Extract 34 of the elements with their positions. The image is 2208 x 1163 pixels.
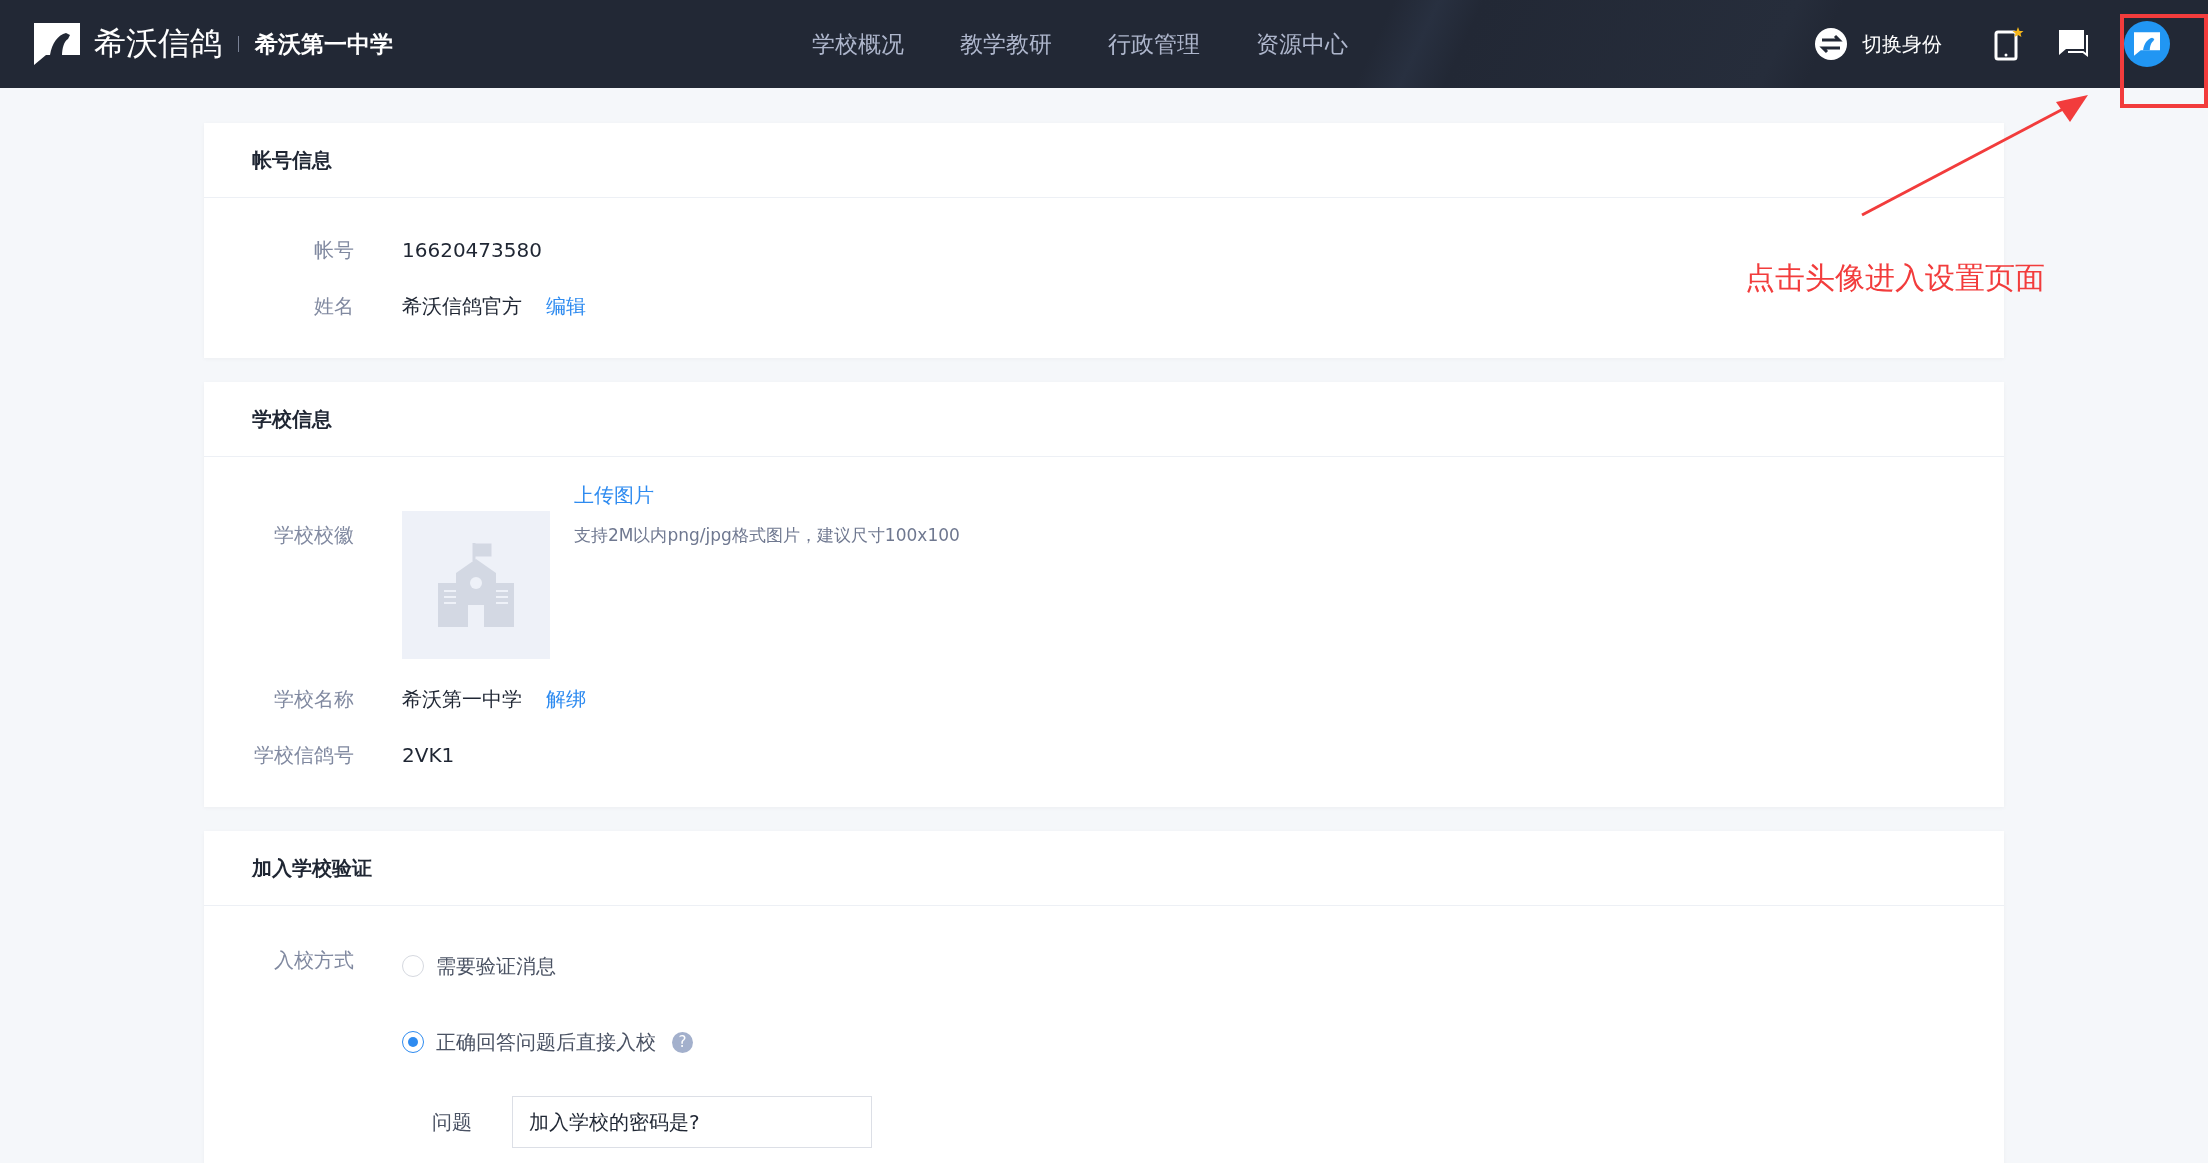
switch-identity-button[interactable]: 切换身份 [1814,27,1942,61]
field-label: 姓名 [313,293,354,320]
option-label[interactable]: 正确回答问题后直接入校 [436,1026,656,1058]
option-label[interactable]: 需要验证消息 [436,950,556,982]
field-label: 入校方式 [273,947,354,974]
logo-icon [32,21,82,67]
field-label: 学校校徽 [273,522,354,549]
nav-link[interactable]: 行政管理 [1108,28,1200,60]
school-name: 希沃第一中学 [255,29,393,59]
swap-icon [1814,27,1848,61]
field-label: 帐号 [313,237,354,264]
nav-link[interactable]: 学校概况 [812,28,904,60]
question-label: 问题 [432,1108,473,1136]
unbind-link[interactable]: 解绑 [546,683,586,715]
section-title: 加入学校验证 [204,831,2004,906]
upload-hint: 支持2M以内png/jpg格式图片，建议尺寸100x100 [574,524,960,547]
brand-name: 希沃信鸽 [94,23,222,64]
field-label: 学校名称 [273,686,354,713]
section-title: 帐号信息 [204,123,2004,198]
field-value: 希沃信鸽官方 [402,293,522,320]
field-value: 希沃第一中学 [402,686,522,713]
tablet-icon[interactable] [1994,27,2024,61]
annotation-text: 点击头像进入设置页面 [1745,259,2045,297]
question-input[interactable]: 加入学校的密码是? [512,1096,872,1148]
field-label: 学校信鸽号 [253,742,354,769]
school-building-icon [438,543,514,627]
field-value: 16620473580 [402,237,542,264]
section-title: 学校信息 [204,382,2004,457]
nav-link[interactable]: 资源中心 [1256,28,1348,60]
chat-icon[interactable] [2058,29,2090,59]
avatar[interactable] [2124,21,2170,67]
field-value: 2VK1 [402,742,455,769]
nav-link[interactable]: 教学教研 [960,28,1052,60]
edit-link[interactable]: 编辑 [546,290,586,322]
